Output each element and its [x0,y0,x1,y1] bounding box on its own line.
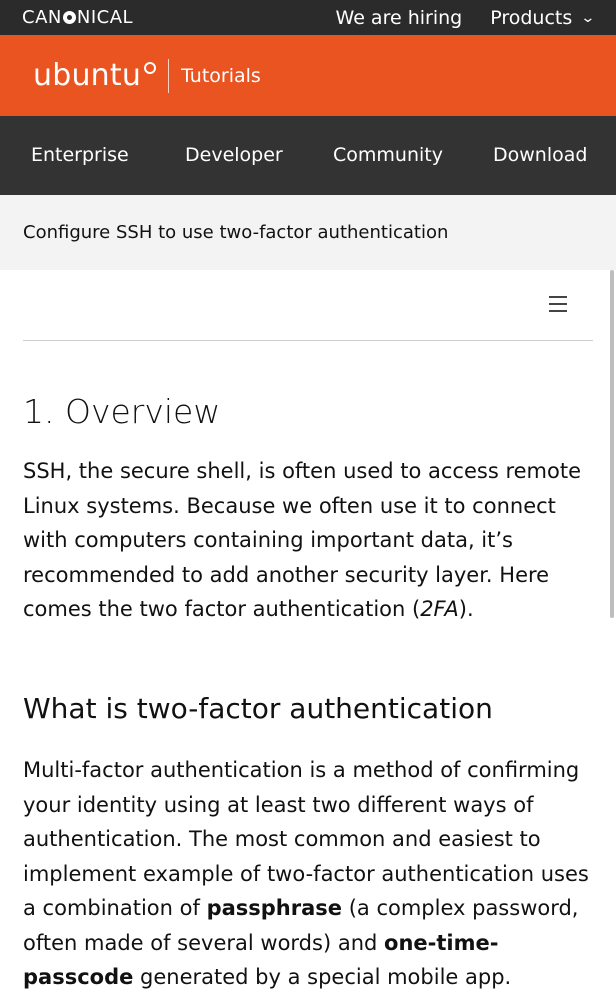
canonical-logo-suffix: NICAL [76,7,134,28]
canonical-links: We are hiring Products ⌄ [336,6,596,29]
overview-abbr: 2FA [420,597,459,621]
canonical-top-bar: CAN NICAL We are hiring Products ⌄ [0,0,616,35]
tutorial-menu-row [23,270,593,341]
mfa-text-3: generated by a special mobile app. [133,965,512,989]
overview-paragraph: SSH, the secure shell, is often used to … [23,454,598,627]
overview-text-2: ). [458,597,474,621]
scrollbar[interactable] [610,270,614,618]
products-dropdown[interactable]: Products ⌄ [490,6,596,29]
main-navigation: Enterprise Developer Community Download [0,116,616,195]
nav-enterprise[interactable]: Enterprise [31,144,129,166]
nav-download[interactable]: Download [493,144,587,166]
mfa-paragraph: Multi-factor authentication is a method … [23,753,598,995]
mfa-bold-passphrase: passphrase [206,896,343,920]
hamburger-menu-icon[interactable] [549,296,567,312]
canonical-circle-icon [62,11,76,24]
tutorial-title-bar: Configure SSH to use two-factor authenti… [0,195,616,270]
section-heading-what-is-2fa: What is two-factor authentication [23,692,493,725]
canonical-logo[interactable]: CAN NICAL [22,7,133,28]
nav-community[interactable]: Community [333,144,443,166]
overview-text-1: SSH, the secure shell, is often used to … [23,459,581,621]
products-label: Products [490,6,573,29]
ubuntu-logo-text: ubuntu [33,58,142,93]
nav-developer[interactable]: Developer [185,144,283,166]
ubuntu-header: ubuntu Tutorials [0,35,616,116]
header-divider [168,58,170,93]
circle-of-friends-icon [144,62,157,74]
canonical-logo-prefix: CAN [22,7,62,28]
chevron-down-icon: ⌄ [580,9,596,26]
ubuntu-logo[interactable]: ubuntu [33,58,157,93]
page-title: Configure SSH to use two-factor authenti… [23,222,449,243]
tutorials-link[interactable]: Tutorials [181,65,261,87]
we-are-hiring-link[interactable]: We are hiring [336,7,463,29]
section-heading-overview: 1. Overview [23,392,221,431]
